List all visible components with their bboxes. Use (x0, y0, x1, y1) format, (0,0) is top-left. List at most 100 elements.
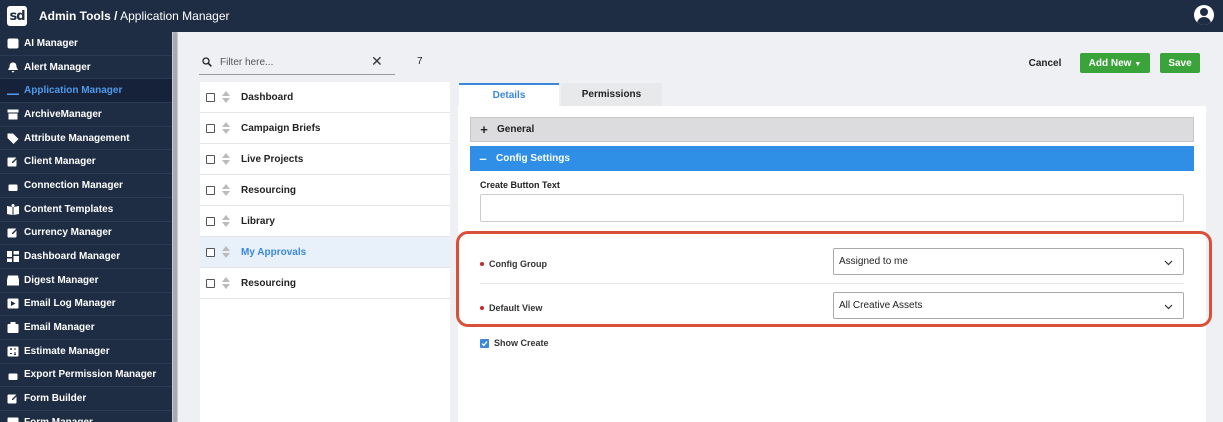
sidebar-item-estimate-manager[interactable]: Estimate Manager (0, 340, 172, 364)
section-config-settings-header[interactable]: – Config Settings (470, 146, 1194, 171)
sidebar-item-digest-manager[interactable]: Digest Manager (0, 269, 172, 293)
tab-details[interactable]: Details (459, 83, 559, 106)
list-item[interactable]: My Approvals (200, 237, 450, 268)
show-create-checkbox[interactable] (480, 338, 489, 348)
sidebar-item-currency-manager[interactable]: Currency Manager (0, 222, 172, 246)
sidebar-item-archivemanager[interactable]: ArchiveManager (0, 103, 172, 127)
app-logo[interactable]: sd (7, 6, 27, 26)
sidebar-item-label: Client Manager (24, 156, 96, 168)
reorder-handle-icon[interactable] (222, 91, 230, 103)
reorder-handle-icon[interactable] (222, 153, 230, 165)
sidebar-item-email-manager[interactable]: Email Manager (0, 316, 172, 340)
sidebar-item-alert-manager[interactable]: Alert Manager (0, 56, 172, 80)
sidebar-item-application-manager[interactable]: Application Manager (0, 79, 172, 104)
lock-icon (7, 369, 19, 381)
bell-icon (7, 62, 19, 73)
section-general-title: General (497, 124, 535, 135)
list-item-checkbox[interactable] (206, 278, 215, 288)
dashboard-icon (7, 251, 19, 263)
list-item[interactable]: Resourcing (200, 268, 450, 299)
create-button-text-input[interactable] (480, 194, 1184, 222)
sidebar-item-label: Attribute Management (24, 132, 130, 144)
sidebar-item-label: Dashboard Manager (24, 251, 121, 263)
result-count: 7 (417, 56, 423, 67)
list-item-checkbox[interactable] (206, 247, 215, 257)
sidebar-item-client-manager[interactable]: Client Manager (0, 150, 172, 175)
laptop-icon (7, 85, 19, 96)
list-item-label: Live Projects (241, 153, 304, 165)
tab-permissions[interactable]: Permissions (561, 83, 662, 106)
sidebar-item-label: Estimate Manager (24, 345, 110, 357)
highlight-annotation (456, 231, 1212, 327)
breadcrumb-section[interactable]: Admin Tools / (39, 9, 117, 23)
user-avatar-icon[interactable] (1194, 5, 1214, 25)
sidebar-item-connection-manager[interactable]: Connection Manager (0, 174, 172, 198)
save-button[interactable]: Save (1160, 53, 1200, 73)
breadcrumb-page: Application Manager (120, 9, 230, 23)
mail-icon (7, 322, 19, 334)
list-item-label: Dashboard (241, 91, 294, 103)
sidebar-item-attribute-management[interactable]: Attribute Management (0, 127, 172, 151)
create-button-text-label: Create Button Text (480, 180, 560, 190)
sidebar-item-label: Application Manager (24, 85, 123, 97)
sidebar: AI Manager Alert Manager Application Manag… (0, 32, 172, 422)
show-create-option[interactable]: Show Create (480, 338, 549, 348)
section-general-header[interactable]: + General (470, 117, 1194, 142)
add-new-button[interactable]: Add New ▼ (1080, 53, 1150, 73)
sidebar-item-label: Digest Manager (24, 274, 99, 286)
lock-icon (7, 180, 19, 191)
reorder-handle-icon[interactable] (222, 246, 230, 258)
list-item[interactable]: Campaign Briefs (200, 113, 450, 144)
edit-icon (7, 156, 19, 167)
sidebar-item-form-manager[interactable]: Form Manager (0, 411, 172, 422)
mail-log-icon (7, 298, 19, 309)
sidebar-item-label: Form Manager (24, 417, 93, 422)
reorder-handle-icon[interactable] (222, 277, 230, 289)
list-item[interactable]: Library (200, 206, 450, 237)
list-item[interactable]: Resourcing (200, 175, 450, 206)
book-icon (7, 203, 19, 215)
application-list: Dashboard Campaign Briefs Live Projects Res… (200, 82, 450, 422)
list-item-label: Resourcing (241, 184, 297, 196)
reorder-handle-icon[interactable] (222, 215, 230, 227)
archive-icon (7, 109, 19, 120)
cancel-button[interactable]: Cancel (1022, 55, 1068, 72)
list-item-label: My Approvals (241, 246, 307, 258)
edit-icon (7, 393, 19, 404)
show-create-label: Show Create (494, 338, 549, 348)
sidebar-item-content-templates[interactable]: Content Templates (0, 198, 172, 222)
list-item-label: Library (241, 215, 275, 227)
sidebar-item-form-builder[interactable]: Form Builder (0, 387, 172, 411)
filter-bar: ✕ 7 (199, 50, 450, 76)
sidebar-item-email-log-manager[interactable]: Email Log Manager (0, 293, 172, 317)
form-icon (7, 417, 19, 422)
sidebar-item-ai-manager[interactable]: AI Manager (0, 32, 172, 56)
sidebar-item-label: Currency Manager (24, 227, 112, 239)
reorder-handle-icon[interactable] (222, 122, 230, 134)
section-config-settings-title: Config Settings (496, 153, 570, 164)
clear-icon[interactable]: ✕ (371, 53, 383, 70)
tag-icon (7, 133, 19, 144)
sidebar-item-label: Email Manager (24, 322, 95, 334)
list-item-checkbox[interactable] (206, 154, 215, 164)
list-item-checkbox[interactable] (206, 216, 215, 226)
list-item[interactable]: Dashboard (200, 82, 450, 113)
chevron-down-icon: ▼ (1134, 60, 1142, 68)
list-item[interactable]: Live Projects (200, 144, 450, 175)
expand-plus-icon: + (480, 122, 488, 137)
sidebar-item-export-permission-manager[interactable]: Export Permission Manager (0, 364, 172, 388)
sidebar-item-label: Content Templates (24, 203, 114, 215)
sidebar-item-label: AI Manager (24, 37, 78, 49)
sidebar-item-dashboard-manager[interactable]: Dashboard Manager (0, 245, 172, 269)
sidebar-item-label: Form Builder (24, 393, 87, 405)
list-item-checkbox[interactable] (206, 185, 215, 195)
reorder-handle-icon[interactable] (222, 184, 230, 196)
sidebar-item-label: Export Permission Manager (24, 369, 157, 381)
list-item-label: Campaign Briefs (241, 122, 321, 134)
list-item-checkbox[interactable] (206, 123, 215, 133)
sidebar-scrollbar-thumb[interactable] (173, 32, 177, 422)
list-item-checkbox[interactable] (206, 92, 215, 102)
search-icon (202, 57, 212, 70)
collapse-minus-icon: – (479, 151, 487, 166)
filter-input[interactable] (220, 54, 370, 70)
